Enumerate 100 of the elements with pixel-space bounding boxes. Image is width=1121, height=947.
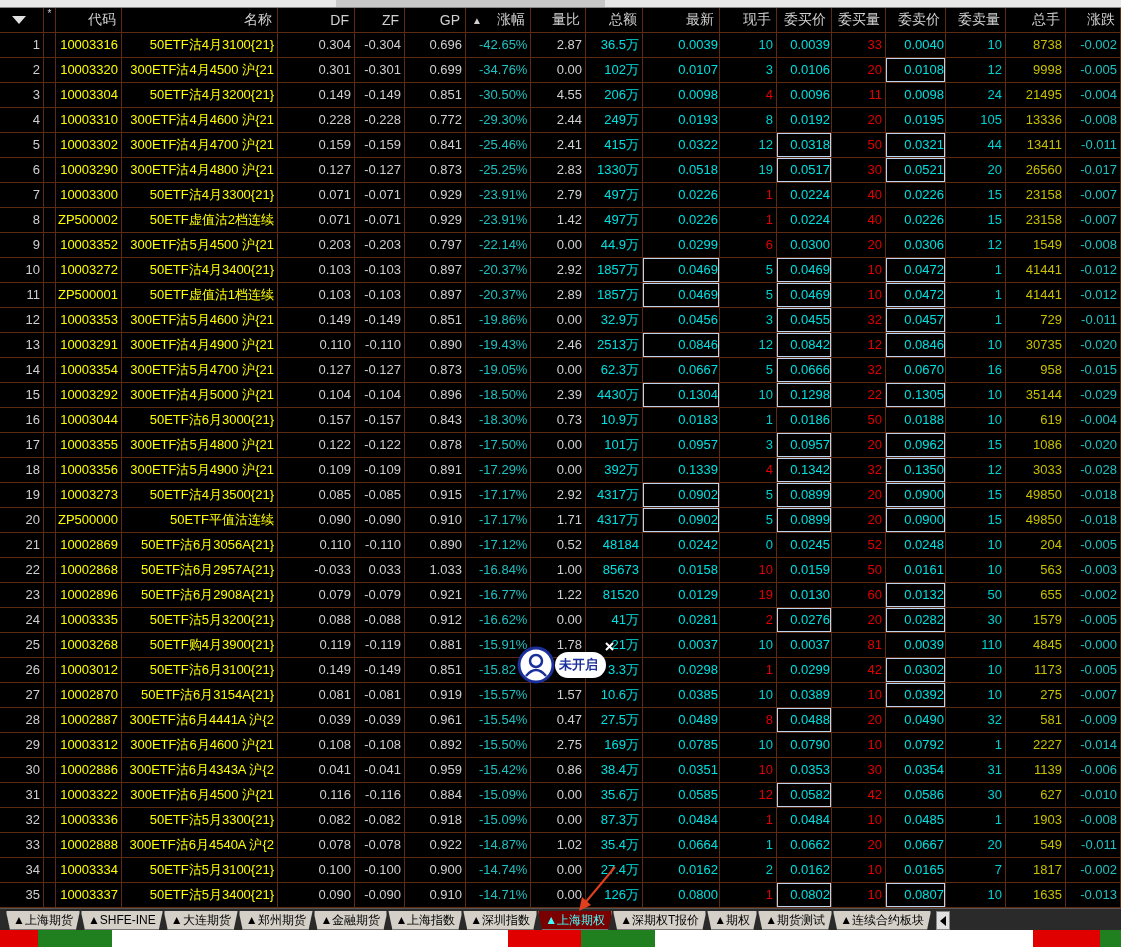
table-cell-text: 0.103 — [318, 286, 351, 304]
option-name: 50ETF沽6月3000{21} — [149, 411, 274, 429]
row-number: 24 — [25, 611, 40, 629]
sheet-tab[interactable]: ▲SHFE-INE — [80, 911, 163, 930]
column-header[interactable]: 名称 — [244, 11, 274, 29]
column-header[interactable]: 总额 — [609, 11, 639, 29]
sheet-tab[interactable]: ▲郑州期货 — [238, 911, 313, 930]
option-name: 50ETF虚值沽1档连续 — [149, 286, 274, 304]
table-cell-text: 0.0586 — [903, 786, 945, 804]
option-name: 50ETF沽4月3500{21} — [149, 486, 274, 504]
table-cell-text: 0.896 — [429, 386, 462, 404]
table-cell-text: 0.0385 — [677, 686, 719, 704]
table-cell-text: 0.1339 — [677, 461, 719, 479]
row-number: 10 — [25, 261, 40, 279]
column-header[interactable]: 委卖价 — [898, 11, 942, 29]
table-cell-text: 3 — [765, 436, 773, 454]
sheet-tab[interactable]: ▲上海期权 — [538, 911, 613, 930]
column-header[interactable]: 代码 — [88, 11, 118, 29]
sheet-tab[interactable]: ▲金融期货 — [313, 911, 388, 930]
table-cell: 0.0455 — [777, 308, 831, 332]
sheet-tab[interactable]: ▲期货测试 — [758, 911, 833, 930]
table-cell-text: 20 — [867, 236, 882, 254]
option-name: 300ETF沽4月4600 沪{21 — [130, 111, 274, 129]
row-number: 12 — [25, 311, 40, 329]
sheet-tab[interactable]: ▲期权 — [707, 911, 758, 930]
table-cell-text: 32 — [867, 311, 882, 329]
sheet-tab[interactable]: ▲连续合约板块 — [833, 911, 931, 930]
table-cell-text: 3.3万 — [607, 661, 639, 679]
sheet-tab[interactable]: ▲大连期货 — [163, 911, 238, 930]
table-cell-text: 0.73 — [556, 411, 582, 429]
scroll-left-button[interactable] — [936, 911, 950, 930]
table-cell-text: -0.004 — [1080, 86, 1117, 104]
table-cell-text: 0.0484 — [677, 811, 719, 829]
option-code: 10003334 — [60, 861, 118, 879]
option-name: 50ETF沽5月3300{21} — [149, 811, 274, 829]
status-tooltip[interactable]: 未开启 — [555, 652, 606, 678]
column-header[interactable]: DF — [330, 12, 351, 28]
table-cell-text: 0.079 — [318, 586, 351, 604]
column-header[interactable]: 总手 — [1032, 11, 1062, 29]
table-cell-text: -17.17% — [479, 511, 528, 529]
sheet-tab[interactable]: ▲上海指数 — [388, 911, 463, 930]
table-cell-text: 0.039 — [318, 711, 351, 729]
table-cell-text: -25.46% — [479, 136, 528, 154]
table-cell-text: 0.0162 — [789, 861, 831, 879]
table-cell-text: 60 — [867, 586, 882, 604]
column-header[interactable]: 涨跌 — [1087, 11, 1117, 29]
table-cell: 0.0392 — [886, 683, 945, 707]
column-header[interactable]: 最新 — [686, 11, 716, 29]
option-code: ZP500002 — [58, 211, 118, 229]
table-cell-text: 30 — [867, 761, 882, 779]
column-header[interactable]: 委买量 — [838, 11, 882, 29]
column-header[interactable]: GP — [439, 12, 462, 28]
column-header[interactable]: * — [47, 8, 52, 19]
option-name: 50ETF购4月3900{21} — [149, 636, 274, 654]
table-cell-text: 0.921 — [429, 586, 462, 604]
sheet-tab[interactable]: ▲深期权T报价 — [613, 911, 707, 930]
table-cell-text: 10 — [758, 561, 773, 579]
sheet-tab[interactable]: ▲上海期货 — [6, 911, 80, 930]
table-cell: 0.0807 — [886, 883, 945, 907]
option-name: 50ETF沽6月3100{21} — [149, 661, 274, 679]
table-cell-text: -25.25% — [479, 161, 528, 179]
table-cell-text: 0.0226 — [903, 186, 945, 204]
table-cell-text: 20 — [867, 611, 882, 629]
option-name: 50ETF沽5月3100{21} — [149, 861, 274, 879]
table-cell-text: -0.018 — [1080, 511, 1117, 529]
row-number: 2 — [32, 61, 40, 79]
close-icon[interactable] — [605, 642, 614, 651]
table-cell: 0.0457 — [886, 308, 945, 332]
table-cell-text: 44 — [987, 136, 1002, 154]
column-header[interactable]: ZF — [381, 12, 401, 28]
column-header[interactable]: 委卖量 — [958, 11, 1002, 29]
column-header[interactable]: 现手 — [743, 11, 773, 29]
table-cell-text: 958 — [1040, 361, 1062, 379]
column-header[interactable]: 涨幅 — [497, 11, 527, 29]
table-cell-text: 62.3万 — [600, 361, 639, 379]
table-cell: 0.0899 — [777, 508, 831, 532]
table-cell-text: -23.91% — [479, 186, 528, 204]
row-number: 18 — [25, 461, 40, 479]
table-cell-text: 206万 — [604, 86, 639, 104]
table-cell-text: 3 — [765, 61, 773, 79]
table-cell-text: -0.002 — [1080, 36, 1117, 54]
dropdown-icon[interactable] — [12, 16, 26, 24]
table-cell-text: 41441 — [1025, 286, 1062, 304]
row-number: 32 — [25, 811, 40, 829]
row-number: 6 — [32, 161, 40, 179]
table-cell-text: -15.09% — [479, 811, 528, 829]
table-cell-text: 40 — [867, 186, 882, 204]
table-cell-text: -0.071 — [364, 211, 401, 229]
table-cell-text: 4317万 — [597, 486, 639, 504]
table-cell-text: 105 — [980, 111, 1002, 129]
table-cell-text: 30 — [867, 161, 882, 179]
option-code: 10003290 — [60, 161, 118, 179]
option-code: 10003337 — [60, 886, 118, 904]
column-header[interactable]: 委买价 — [784, 11, 828, 29]
column-header[interactable]: 量比 — [552, 11, 582, 29]
table-cell-text: 20 — [987, 161, 1002, 179]
table-cell-text: -0.203 — [364, 236, 401, 254]
table-cell-text: 0.0039 — [677, 36, 719, 54]
sheet-tab[interactable]: ▲深圳指数 — [463, 911, 538, 930]
table-cell: 0.0517 — [777, 158, 831, 182]
